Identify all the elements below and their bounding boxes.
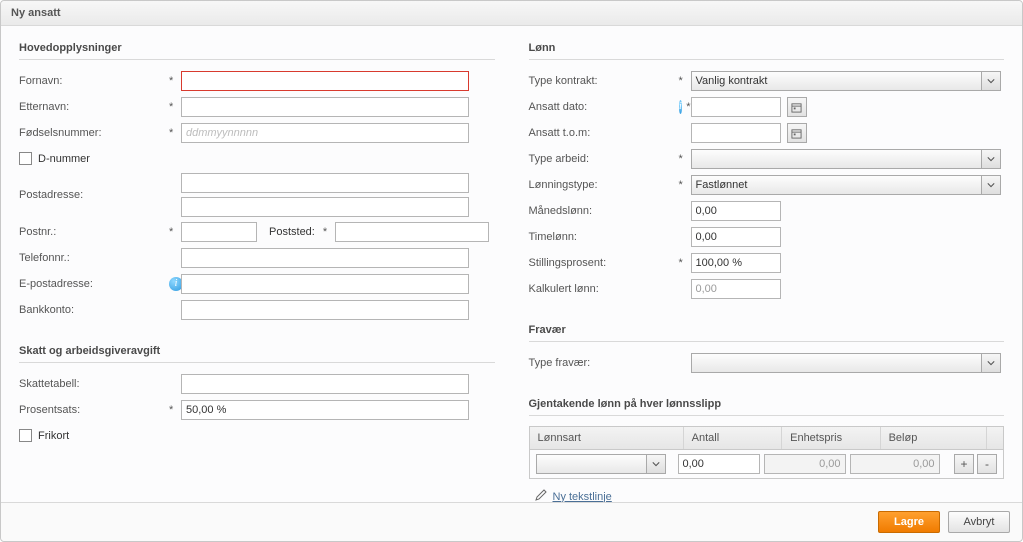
- add-row-button[interactable]: +: [954, 454, 974, 474]
- chevron-down-icon: [981, 150, 1000, 168]
- type-fravaer-select[interactable]: [691, 353, 1001, 373]
- label-epost: E-postadresse:: [19, 278, 93, 290]
- poststed-input[interactable]: [335, 222, 489, 242]
- etternavn-input[interactable]: [181, 97, 469, 117]
- fornavn-input[interactable]: [181, 71, 469, 91]
- table-row: + -: [530, 450, 1004, 478]
- label-type-arbeid: Type arbeid:: [529, 153, 679, 165]
- label-postnr: Postnr.:: [19, 226, 169, 238]
- telefonnr-input[interactable]: [181, 248, 469, 268]
- recurring-table: Lønnsart Antall Enhetspris Beløp: [529, 426, 1005, 479]
- label-timelonn: Timelønn:: [529, 231, 679, 243]
- label-skattetabell: Skattetabell:: [19, 378, 169, 390]
- belop-input: [850, 454, 940, 474]
- enhetspris-input: [764, 454, 846, 474]
- label-telefonnr: Telefonnr.:: [19, 252, 169, 264]
- label-manedslonn: Månedslønn:: [529, 205, 679, 217]
- label-fodselsnummer: Fødselsnummer:: [19, 127, 169, 139]
- antall-input[interactable]: [678, 454, 760, 474]
- left-column: Hovedopplysninger Fornavn: * Etternavn: …: [19, 40, 495, 504]
- dialog-footer: Lagre Avbryt: [1, 502, 1022, 541]
- col-belop: Beløp: [881, 427, 987, 449]
- info-icon[interactable]: i: [679, 100, 683, 114]
- label-kalkulert-lonn: Kalkulert lønn:: [529, 283, 679, 295]
- calendar-icon[interactable]: [787, 97, 807, 117]
- section-gjentakende: Gjentakende lønn på hver lønnsslipp: [529, 396, 1005, 416]
- label-type-kontrakt: Type kontrakt:: [529, 75, 679, 87]
- type-kontrakt-select[interactable]: Vanlig kontrakt: [691, 71, 1001, 91]
- chevron-down-icon: [981, 72, 1000, 90]
- right-column: Lønn Type kontrakt: * Vanlig kontrakt An…: [529, 40, 1005, 504]
- calendar-icon[interactable]: [787, 123, 807, 143]
- required-mark: *: [323, 226, 327, 238]
- checkbox-box: [19, 429, 32, 442]
- lonningstype-select[interactable]: Fastlønnet: [691, 175, 1001, 195]
- d-nummer-checkbox[interactable]: D-nummer: [19, 152, 90, 165]
- frikort-checkbox[interactable]: Frikort: [19, 429, 69, 442]
- label-fornavn: Fornavn:: [19, 75, 169, 87]
- chevron-down-icon: [981, 354, 1000, 372]
- chevron-down-icon: [646, 455, 665, 473]
- postnr-input[interactable]: [181, 222, 257, 242]
- label-etternavn: Etternavn:: [19, 101, 169, 113]
- required-mark: *: [169, 75, 181, 87]
- remove-row-button[interactable]: -: [977, 454, 997, 474]
- timelonn-input[interactable]: [691, 227, 781, 247]
- lonningstype-value: Fastlønnet: [696, 179, 748, 191]
- skattetabell-input[interactable]: [181, 374, 469, 394]
- epost-input[interactable]: [181, 274, 469, 294]
- section-skatt: Skatt og arbeidsgiveravgift: [19, 343, 495, 363]
- frikort-label: Frikort: [38, 430, 69, 442]
- checkbox-box: [19, 152, 32, 165]
- label-poststed: Poststed:: [269, 226, 315, 238]
- required-mark: *: [679, 257, 691, 269]
- col-lonnsart: Lønnsart: [530, 427, 684, 449]
- required-mark: *: [679, 75, 691, 87]
- ansatt-tom-input[interactable]: [691, 123, 781, 143]
- label-stillingsprosent: Stillingsprosent:: [529, 257, 679, 269]
- label-lonningstype: Lønningstype:: [529, 179, 679, 191]
- ny-tekstlinje-link[interactable]: Ny tekstlinje: [553, 491, 612, 503]
- prosentsats-input[interactable]: [181, 400, 469, 420]
- postadresse-input-1[interactable]: [181, 173, 469, 193]
- label-ansatt-dato: Ansatt dato:: [529, 101, 588, 113]
- label-bankkonto: Bankkonto:: [19, 304, 169, 316]
- fodselsnummer-input[interactable]: [181, 123, 469, 143]
- postadresse-input-2[interactable]: [181, 197, 469, 217]
- required-mark: *: [169, 101, 181, 113]
- section-hovedopplysninger: Hovedopplysninger: [19, 40, 495, 60]
- section-fravaer: Fravær: [529, 322, 1005, 342]
- ansatt-dato-input[interactable]: [691, 97, 781, 117]
- required-mark: *: [169, 404, 181, 416]
- label-ansatt-tom: Ansatt t.o.m:: [529, 127, 679, 139]
- lonnsart-select[interactable]: [536, 454, 666, 474]
- type-arbeid-select[interactable]: [691, 149, 1001, 169]
- required-mark: *: [169, 226, 181, 238]
- manedslonn-input[interactable]: [691, 201, 781, 221]
- required-mark: *: [679, 179, 691, 191]
- cancel-button[interactable]: Avbryt: [948, 511, 1010, 533]
- label-type-fravaer: Type fravær:: [529, 357, 679, 369]
- col-antall: Antall: [684, 427, 782, 449]
- required-mark: *: [679, 153, 691, 165]
- save-button[interactable]: Lagre: [878, 511, 940, 533]
- chevron-down-icon: [981, 176, 1000, 194]
- section-lonn: Lønn: [529, 40, 1005, 60]
- d-nummer-label: D-nummer: [38, 153, 90, 165]
- type-kontrakt-value: Vanlig kontrakt: [696, 75, 768, 87]
- required-mark: *: [169, 127, 181, 139]
- kalkulert-lonn-output: [691, 279, 781, 299]
- col-enhetspris: Enhetspris: [782, 427, 880, 449]
- bankkonto-input[interactable]: [181, 300, 469, 320]
- label-prosentsats: Prosentsats:: [19, 404, 169, 416]
- label-postadresse: Postadresse:: [19, 189, 169, 201]
- window-title: Ny ansatt: [1, 1, 1022, 26]
- stillingsprosent-input[interactable]: [691, 253, 781, 273]
